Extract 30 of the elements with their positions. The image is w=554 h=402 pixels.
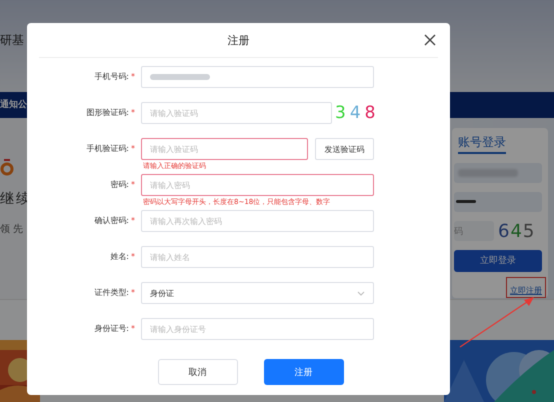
masked-value-drawing (150, 74, 210, 80)
login-button[interactable]: 立即登录 (454, 250, 542, 272)
chevron-down-icon (357, 290, 365, 296)
field-label: 图形验证码: * (85, 107, 136, 119)
register-button[interactable]: 注册 (264, 359, 344, 385)
send-code-button[interactable]: 发送验证码 (315, 138, 374, 160)
dialog-title: 注册 (228, 32, 250, 48)
input-field[interactable]: 请输入密码 (141, 174, 374, 196)
login-tab[interactable]: 账号登录 (458, 134, 506, 154)
close-icon[interactable] (422, 32, 438, 48)
cancel-button[interactable]: 取消 (158, 359, 238, 385)
site-title: 研基 (0, 32, 24, 50)
nav-tab[interactable]: 通知公 (0, 98, 27, 112)
field-label: 密码: * (109, 179, 136, 191)
logo-icon (0, 158, 14, 176)
field-label: 确认密码: * (93, 215, 136, 227)
field-label: 证件类型: * (93, 287, 136, 299)
captcha-field[interactable]: 请输入验证码 (141, 102, 332, 124)
register-link[interactable]: 立即注册 (510, 286, 542, 295)
hero-subtitle: 领 先 (0, 222, 24, 236)
password-field[interactable] (454, 192, 542, 212)
field-label: 姓名: * (109, 251, 136, 263)
phone-field[interactable] (141, 66, 374, 88)
username-field[interactable] (454, 162, 542, 183)
captcha-image[interactable]: 645 (498, 220, 536, 242)
field-label: 身份证号: * (93, 323, 136, 335)
sms-code-field[interactable]: 请输入验证码 (141, 138, 308, 160)
id-type-select[interactable]: 身份证 (141, 282, 374, 304)
field-label: 手机验证码: * (85, 143, 136, 155)
field-label: 手机号码: * (93, 71, 136, 83)
